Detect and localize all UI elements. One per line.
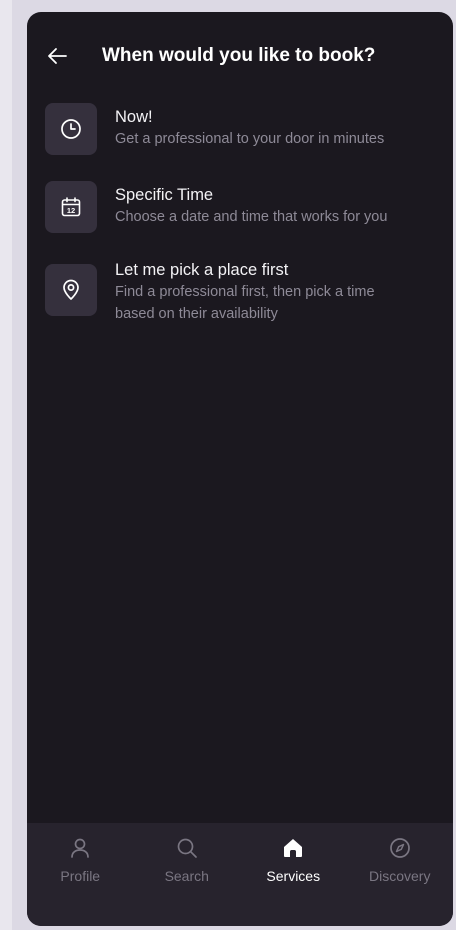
option-title: Now! (115, 108, 153, 126)
option-subtitle: Choose a date and time that works for yo… (115, 209, 388, 225)
option-text: Let me pick a place first Find a profess… (115, 256, 375, 325)
option-icon-tile (45, 264, 97, 316)
option-text: Now! Get a professional to your door in … (115, 103, 384, 155)
calendar-icon: 12 (61, 197, 81, 217)
option-icon-tile: 12 (45, 181, 97, 233)
option-place-first[interactable]: Let me pick a place first Find a profess… (45, 261, 435, 325)
user-icon (67, 835, 93, 861)
nav-label: Profile (60, 868, 101, 884)
page-title: When would you like to book? (102, 45, 376, 66)
nav-item-profile[interactable]: Profile (27, 823, 134, 926)
nav-label: Discovery (369, 868, 431, 884)
option-specific-time[interactable]: 12 Specific Time Choose a date and time … (45, 181, 435, 233)
home-icon (280, 835, 306, 861)
nav-item-services[interactable]: Services (240, 823, 347, 926)
option-subtitle-line-1: Find a professional first, then pick a t… (115, 284, 375, 300)
bottom-nav: Profile Search Services Discovery (27, 823, 453, 926)
option-subtitle-line-2: based on their availability (115, 306, 278, 322)
calendar-day-text: 12 (67, 206, 75, 215)
option-text: Specific Time Choose a date and time tha… (115, 181, 387, 233)
option-subtitle: Get a professional to your door in minut… (115, 131, 385, 147)
nav-item-discovery[interactable]: Discovery (347, 823, 454, 926)
option-title: Specific Time (115, 186, 214, 204)
app-screen: When would you like to book? Now! Get a … (27, 12, 453, 926)
nav-item-search[interactable]: Search (134, 823, 241, 926)
back-button[interactable] (43, 42, 71, 70)
arrow-left-icon (48, 48, 67, 64)
nav-label: Search (164, 868, 209, 884)
window-edge (0, 0, 12, 930)
compass-icon (387, 835, 413, 861)
header: When would you like to book? (27, 12, 453, 102)
option-icon-tile (45, 103, 97, 155)
nav-label: Services (266, 868, 321, 884)
location-pin-icon (63, 279, 79, 300)
clock-icon (61, 119, 81, 139)
option-now[interactable]: Now! Get a professional to your door in … (45, 103, 435, 155)
option-title: Let me pick a place first (115, 261, 289, 279)
search-icon (174, 835, 200, 861)
